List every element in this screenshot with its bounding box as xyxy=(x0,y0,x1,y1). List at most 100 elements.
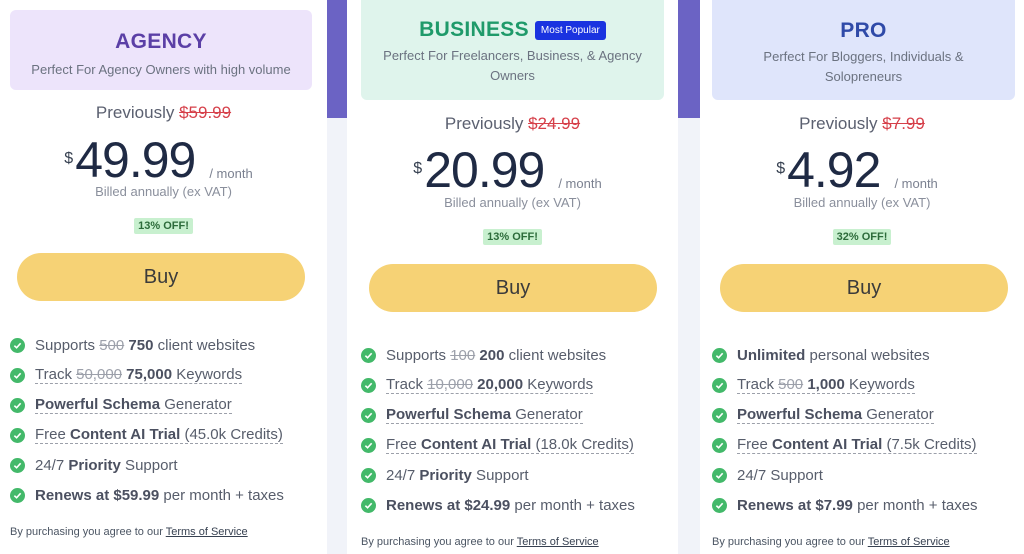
check-icon xyxy=(712,497,727,513)
feature-suffix: Generator xyxy=(511,406,583,423)
currency-symbol: $ xyxy=(64,150,74,167)
feature-old-value: 500 xyxy=(778,376,804,393)
feature-text: Powerful Schema Generator xyxy=(737,406,934,424)
feature-prefix: Supports xyxy=(35,336,100,354)
terms-note: By purchasing you agree to our Terms of … xyxy=(361,536,599,548)
check-icon xyxy=(361,437,376,453)
feature-suffix: (7.5k Credits) xyxy=(882,436,977,453)
feature-text: Powerful Schema Generator xyxy=(35,396,232,414)
feature-text: Renews at $59.99 per month + taxes xyxy=(35,487,284,504)
feature-item: Renews at $7.99 per month + taxes xyxy=(712,490,978,520)
check-icon xyxy=(10,397,25,413)
previously-label: Previously xyxy=(444,114,524,133)
old-price: $24.99 xyxy=(528,114,581,133)
feature-old-value: 10,000 xyxy=(427,376,474,393)
feature-highlight: Priority xyxy=(68,456,121,474)
price-amount: 4.92 xyxy=(787,142,881,198)
feature-list: Supports 100 200 client websites Track 10… xyxy=(361,340,635,520)
feature-item: Powerful Schema Generator xyxy=(361,400,635,430)
feature-text: Track 500 1,000 Keywords xyxy=(737,376,915,394)
plan-tagline: Perfect For Agency Owners with high volu… xyxy=(31,62,291,77)
feature-highlight: 20,000 xyxy=(473,376,524,393)
background-accent-band xyxy=(678,0,700,118)
currency-symbol: $ xyxy=(776,160,786,177)
feature-item: Track 10,000 20,000 Keywords xyxy=(361,370,635,400)
old-price: $59.99 xyxy=(179,103,232,122)
discount-label: 13% OFF! xyxy=(134,218,193,234)
feature-item: Free Content AI Trial (18.0k Credits) xyxy=(361,430,635,460)
check-icon xyxy=(361,377,376,393)
feature-item: Powerful Schema Generator xyxy=(10,390,284,420)
buy-button[interactable]: Buy xyxy=(369,264,657,312)
feature-suffix: client websites xyxy=(153,336,256,354)
price-period: / month xyxy=(894,176,938,191)
check-icon xyxy=(361,347,376,363)
buy-button[interactable]: Buy xyxy=(17,253,305,301)
discount-label: 32% OFF! xyxy=(832,229,892,245)
feature-item: Free Content AI Trial (45.0k Credits) xyxy=(10,420,284,450)
feature-prefix: Track xyxy=(386,376,428,393)
check-icon xyxy=(10,367,25,383)
previous-price: Previously $59.99 xyxy=(0,103,327,123)
plan-name: BUSINESS xyxy=(419,18,529,41)
feature-text: Track 10,000 20,000 Keywords xyxy=(386,376,594,394)
feature-highlight: 200 xyxy=(475,346,505,364)
background-accent-band xyxy=(327,0,347,118)
plan-header: BUSINESS Most Popular Perfect For Freela… xyxy=(361,0,664,100)
previously-label: Previously xyxy=(799,114,878,133)
feature-highlight: Content AI Trial xyxy=(772,436,883,453)
check-icon xyxy=(10,487,25,503)
feature-suffix: Generator xyxy=(862,406,934,423)
feature-suffix: Support xyxy=(120,456,178,474)
previously-label: Previously xyxy=(95,103,175,122)
feature-highlight: Content AI Trial xyxy=(421,436,532,453)
plan-name: PRO xyxy=(840,19,887,42)
check-icon xyxy=(361,497,376,513)
feature-item: Renews at $24.99 per month + taxes xyxy=(361,490,635,520)
feature-item: Supports 500 750 client websites xyxy=(10,330,284,360)
terms-of-service-link[interactable]: Terms of Service xyxy=(166,526,248,538)
feature-text: Free Content AI Trial (7.5k Credits) xyxy=(737,436,977,454)
price: $ 49.99 / month xyxy=(0,132,327,188)
feature-suffix: per month + taxes xyxy=(510,496,635,514)
previous-price: Previously $24.99 xyxy=(347,114,678,134)
plan-card-agency: AGENCY Perfect For Agency Owners with hi… xyxy=(0,0,327,554)
feature-old-value: 500 xyxy=(99,336,125,354)
feature-prefix: Track xyxy=(737,376,779,393)
feature-text: Track 50,000 75,000 Keywords xyxy=(35,366,243,384)
feature-item: 24/7 Priority Support xyxy=(361,460,635,490)
feature-prefix: Free xyxy=(386,436,422,453)
discount-label: 13% OFF! xyxy=(483,229,542,245)
billing-note: Billed annually (ex VAT) xyxy=(793,195,931,210)
feature-prefix: Supports xyxy=(386,346,451,364)
feature-suffix: Support xyxy=(471,466,529,484)
plan-title-row: BUSINESS Most Popular xyxy=(361,18,664,42)
feature-suffix: personal websites xyxy=(805,346,930,364)
feature-highlight: 75,000 xyxy=(122,366,173,383)
feature-item: 24/7 Priority Support xyxy=(10,450,284,480)
most-popular-badge: Most Popular xyxy=(534,20,606,40)
terms-note: By purchasing you agree to our Terms of … xyxy=(10,526,248,538)
buy-button[interactable]: Buy xyxy=(720,264,1008,312)
feature-text: Renews at $7.99 per month + taxes xyxy=(737,497,978,514)
check-icon xyxy=(712,467,727,483)
feature-item: Powerful Schema Generator xyxy=(712,400,978,430)
feature-text: Supports 100 200 client websites xyxy=(386,347,606,364)
feature-highlight: Content AI Trial xyxy=(70,426,181,443)
feature-item: 24/7 Support xyxy=(712,460,978,490)
terms-of-service-link[interactable]: Terms of Service xyxy=(517,536,599,548)
feature-item: Track 500 1,000 Keywords xyxy=(712,370,978,400)
price: $ 4.92 / month xyxy=(690,142,1024,198)
feature-highlight: Powerful Schema xyxy=(35,396,161,413)
feature-suffix: client websites xyxy=(504,346,607,364)
feature-highlight: Powerful Schema xyxy=(386,406,512,423)
price-period: / month xyxy=(209,166,253,181)
feature-prefix: 24/7 xyxy=(386,466,420,484)
feature-highlight: Priority xyxy=(419,466,472,484)
feature-prefix: Free xyxy=(737,436,773,453)
terms-of-service-link[interactable]: Terms of Service xyxy=(868,536,950,548)
check-icon xyxy=(712,407,727,423)
feature-text: 24/7 Priority Support xyxy=(386,467,529,484)
check-icon xyxy=(10,427,25,443)
feature-highlight: Powerful Schema xyxy=(737,406,863,423)
